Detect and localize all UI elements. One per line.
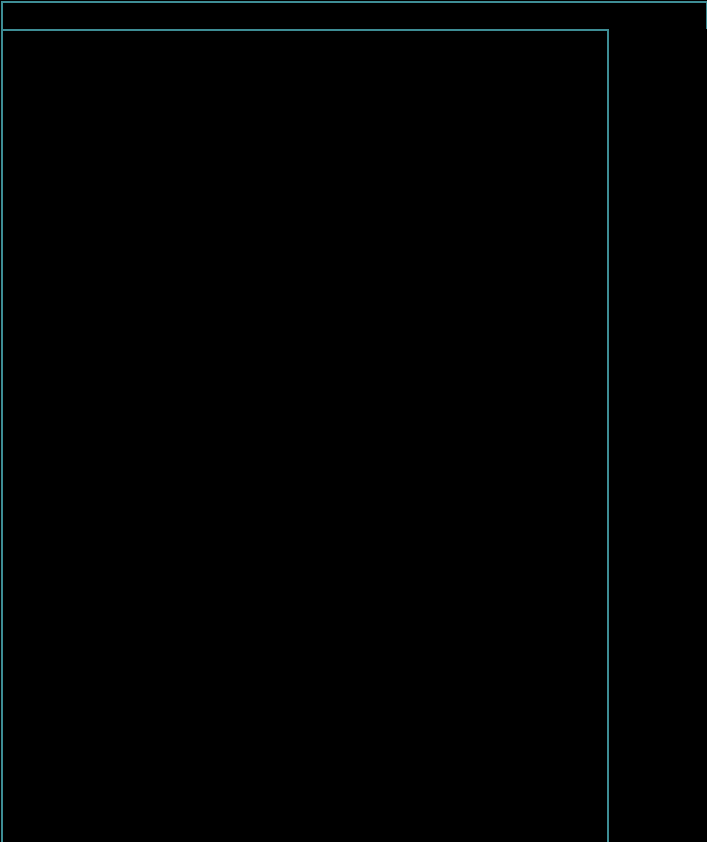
radar-map-canvas	[3, 31, 607, 842]
map-frame	[1, 29, 609, 842]
colorbar-panel	[609, 29, 707, 842]
title-bar	[1, 1, 707, 31]
radar-app-window	[0, 0, 707, 842]
colorbar-canvas	[609, 29, 707, 842]
